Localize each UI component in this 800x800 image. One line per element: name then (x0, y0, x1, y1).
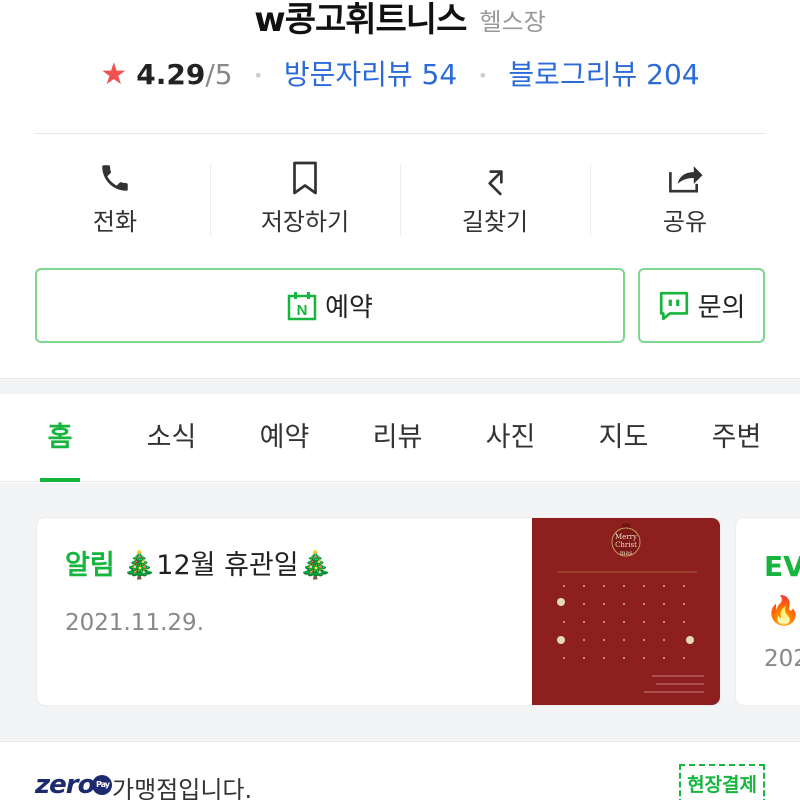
tab-news[interactable]: 소식 (115, 394, 228, 481)
svg-text:Christ: Christ (615, 541, 637, 549)
blog-reviews-link[interactable]: 블로그리뷰 204 (508, 58, 699, 91)
tab-map[interactable]: 지도 (567, 394, 680, 481)
visitor-reviews-link[interactable]: 방문자리뷰 54 (284, 58, 457, 91)
calendar-n-icon: N (287, 291, 317, 321)
chat-bubble-icon (658, 290, 690, 322)
fire-icon: 🔥 (766, 594, 800, 627)
notice-card[interactable]: 알림 🎄12월 휴관일🎄 2021.11.29. Merry Christ mas (37, 518, 720, 705)
inquiry-button[interactable]: 문의 (638, 268, 765, 343)
rating-out-of: /5 (205, 58, 233, 91)
zeropay-logo-text: zero (35, 770, 95, 800)
tab-nearby[interactable]: 주변 (680, 394, 793, 481)
divider (34, 133, 766, 134)
onsite-payment-badge: 현장결제 (679, 764, 765, 800)
star-icon: ★ (100, 57, 128, 92)
tab-bar: 홈 소식 예약 리뷰 사진 지도 주변 (0, 394, 800, 482)
share-button[interactable]: 공유 (590, 150, 780, 250)
call-label: 전화 (92, 208, 138, 236)
rating-score: 4.29 (136, 58, 206, 91)
notice-date: 2021.11.29. (65, 610, 204, 636)
bookmark-icon (210, 150, 400, 206)
place-name: w콩고휘트니스 (254, 0, 467, 40)
action-bar: 전화 저장하기 길찾기 공유 (20, 150, 780, 250)
directions-button[interactable]: 길찾기 (400, 150, 590, 250)
reserve-button[interactable]: N 예약 (35, 268, 625, 343)
tab-reviews[interactable]: 리뷰 (341, 394, 454, 481)
notice-title: 🎄12월 휴관일🎄 (122, 550, 333, 581)
directions-arrow-icon (400, 150, 590, 206)
zeropay-merchant-text: 가맹점입니다. (112, 776, 253, 800)
event-date: 202 (764, 646, 800, 672)
rating-row: ★ 4.29/5 • 방문자리뷰 54 • 블로그리뷰 204 (0, 55, 800, 96)
news-feed: 알림 🎄12월 휴관일🎄 2021.11.29. Merry Christ mas (0, 483, 800, 741)
notice-tag: 알림 (65, 550, 115, 581)
call-button[interactable]: 전화 (20, 150, 210, 250)
separator-dot: • (253, 66, 263, 85)
directions-label: 길찾기 (461, 208, 529, 236)
calendar-n-letter: N (297, 302, 308, 319)
tab-photos[interactable]: 사진 (454, 394, 567, 481)
separator-dot: • (478, 66, 488, 85)
visitor-reviews-label: 방문자리뷰 (283, 58, 413, 91)
zeropay-logo: zeroPay (35, 770, 113, 800)
share-icon (590, 150, 780, 206)
visitor-reviews-count: 54 (421, 58, 458, 91)
zeropay-section: zeroPay 가맹점입니다. 현장결제 (0, 741, 800, 800)
section-separator (0, 378, 800, 394)
svg-text:mas: mas (620, 550, 632, 557)
place-header: w콩고휘트니스 헬스장 (0, 0, 800, 40)
share-label: 공유 (662, 208, 708, 236)
reserve-label: 예약 (325, 293, 373, 323)
notice-headline: 알림 🎄12월 휴관일🎄 (65, 546, 525, 586)
event-card[interactable]: EV 🔥 202 (736, 518, 800, 705)
save-label: 저장하기 (260, 208, 350, 236)
tab-reservation[interactable]: 예약 (228, 394, 341, 481)
notice-thumbnail: Merry Christ mas (532, 518, 720, 705)
save-button[interactable]: 저장하기 (210, 150, 400, 250)
blog-reviews-label: 블로그리뷰 (508, 58, 638, 91)
event-tag: EV (764, 550, 800, 583)
place-category: 헬스장 (479, 8, 546, 36)
inquiry-label: 문의 (697, 293, 746, 323)
phone-icon (20, 150, 210, 206)
tab-home[interactable]: 홈 (40, 394, 80, 482)
blog-reviews-count: 204 (646, 58, 700, 91)
svg-text:Merry: Merry (615, 533, 637, 541)
zeropay-pay-badge: Pay (92, 775, 113, 795)
